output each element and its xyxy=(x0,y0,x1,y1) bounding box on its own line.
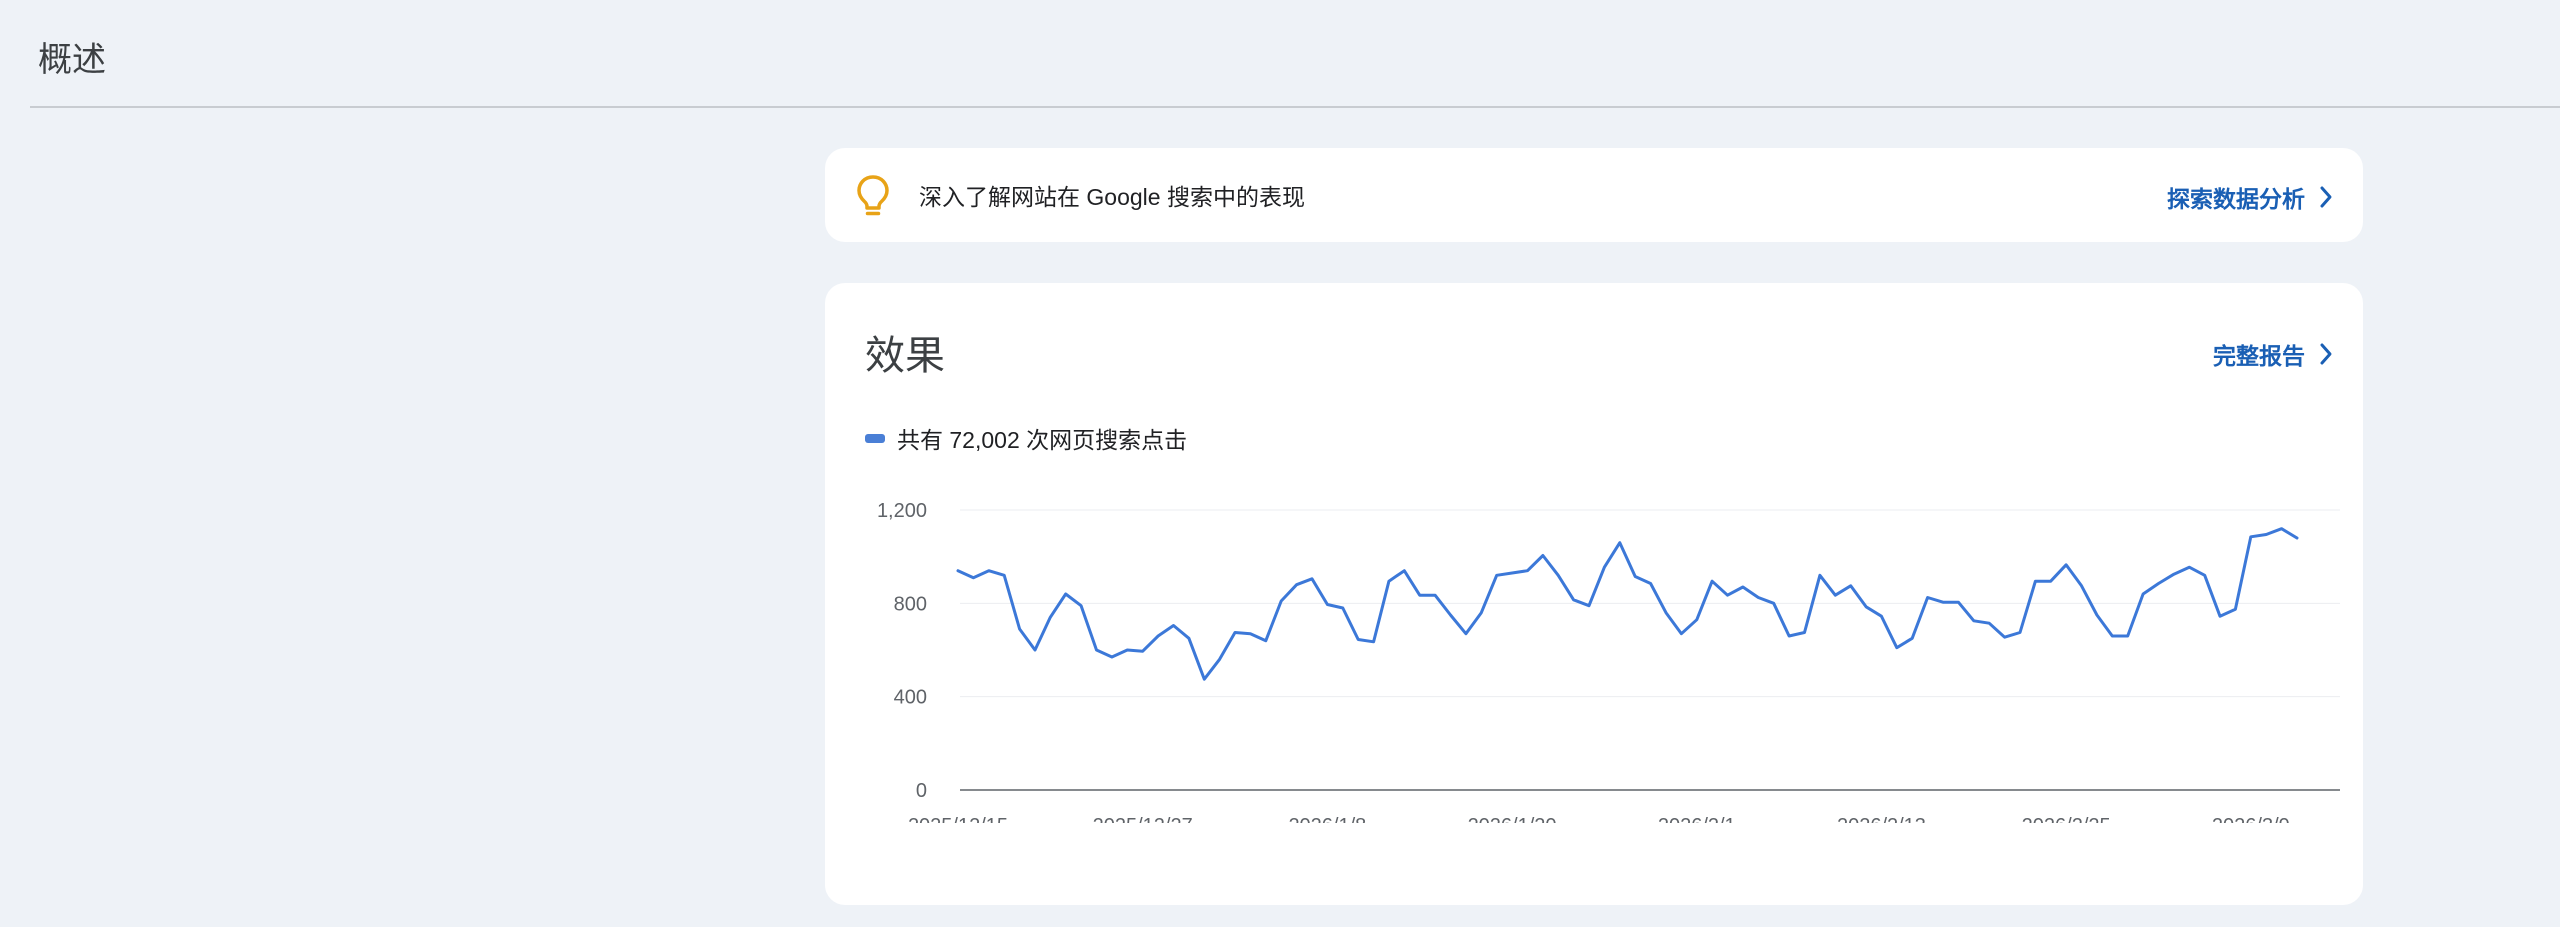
clicks-series-line xyxy=(956,527,2299,681)
explore-analytics-label: 探索数据分析 xyxy=(2167,186,2305,212)
x-tick-label: 2026/1/20 xyxy=(1468,815,1557,823)
full-report-link[interactable]: 完整报告 xyxy=(2213,337,2333,371)
chevron-right-icon xyxy=(2320,343,2332,365)
insight-card: 深入了解网站在 Google 搜索中的表现 探索数据分析 xyxy=(825,148,2363,242)
performance-title: 效果 xyxy=(865,334,945,378)
x-tick-label: 2025/12/27 xyxy=(1093,815,1193,823)
clicks-line-chart[interactable]: 0 400 800 1,200 2025/12/15 2025/12/27 2026/1/8… xyxy=(825,463,2363,823)
full-report-label: 完整报告 xyxy=(2213,343,2305,369)
page-header: 概述 xyxy=(30,0,2560,108)
x-tick-label: 2026/2/1 xyxy=(1658,815,1736,823)
y-tick-label: 800 xyxy=(894,593,927,615)
chart-legend[interactable]: 共有 72,002 次网页搜索点击 xyxy=(865,421,1187,455)
explore-analytics-link[interactable]: 探索数据分析 xyxy=(2167,180,2333,214)
x-tick-label: 2026/2/25 xyxy=(2022,815,2111,823)
performance-card: 效果 完整报告 共有 72,002 次网页搜索点击 0 400 800 1,200 20… xyxy=(825,283,2363,905)
y-tick-label: 1,200 xyxy=(877,500,927,522)
chevron-right-icon xyxy=(2320,186,2332,208)
y-tick-label: 400 xyxy=(894,687,927,709)
lightbulb-icon xyxy=(857,175,889,216)
page-title: 概述 xyxy=(38,41,106,79)
y-tick-label: 0 xyxy=(916,780,927,802)
x-tick-label: 2026/3/9 xyxy=(2212,815,2290,823)
x-tick-label: 2026/2/13 xyxy=(1837,815,1926,823)
legend-swatch xyxy=(865,433,885,443)
x-tick-label: 2026/1/8 xyxy=(1288,815,1366,823)
insight-text: 深入了解网站在 Google 搜索中的表现 xyxy=(919,184,1305,210)
legend-label: 共有 72,002 次网页搜索点击 xyxy=(897,427,1188,453)
x-tick-label: 2025/12/15 xyxy=(908,815,1008,823)
